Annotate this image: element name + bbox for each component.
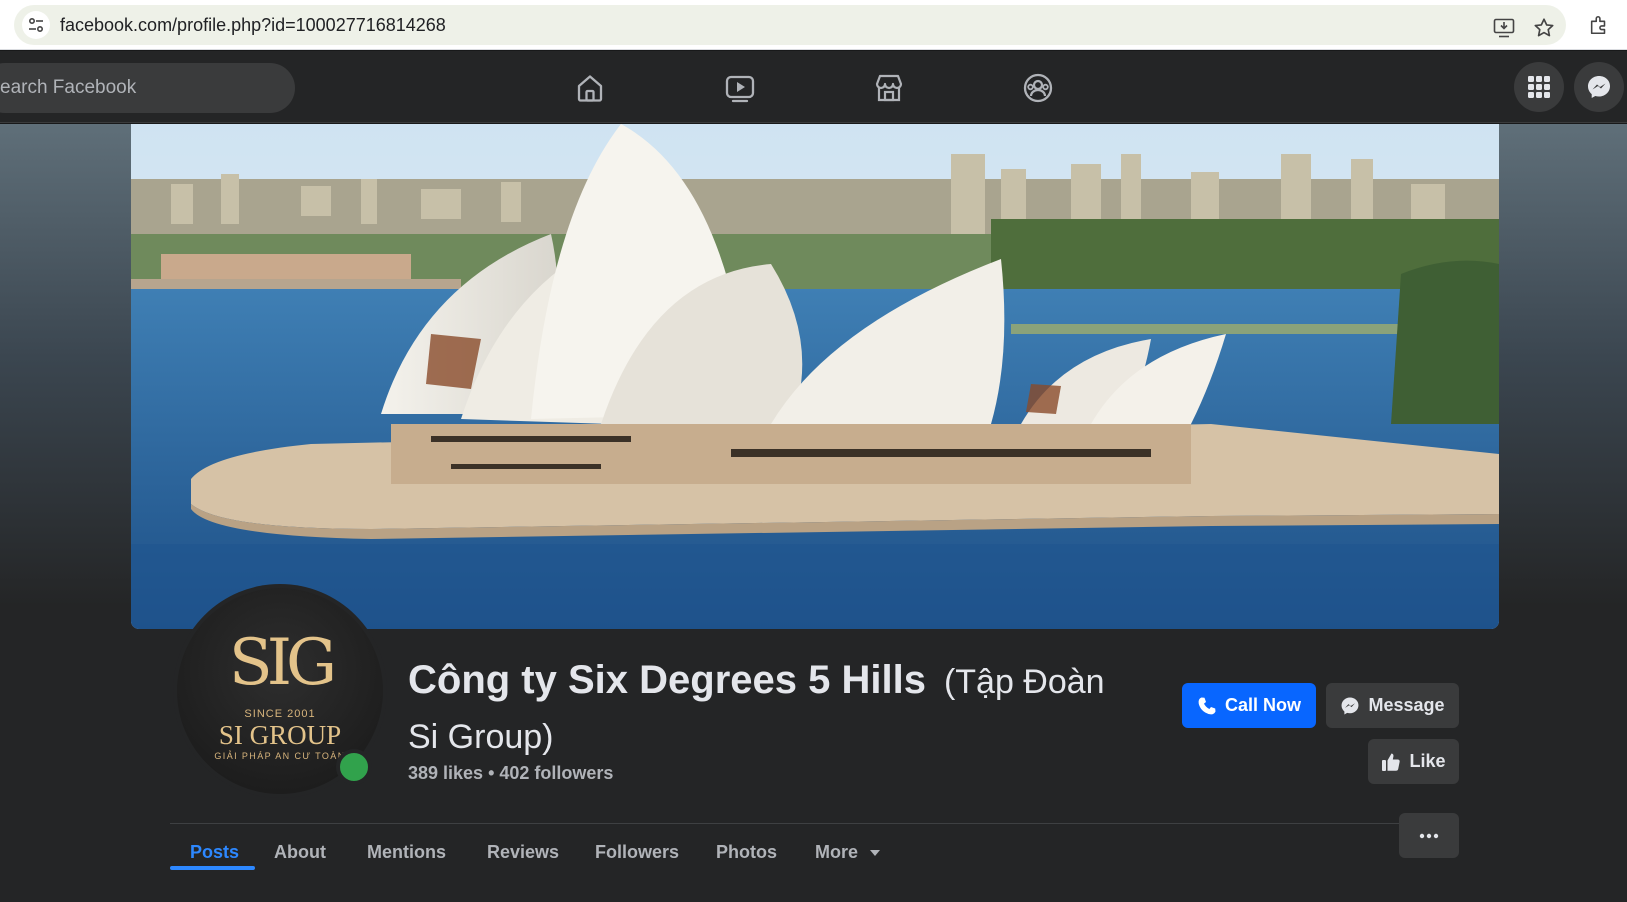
call-now-button[interactable]: Call Now xyxy=(1182,683,1316,728)
page-name: Công ty Six Degrees 5 Hills xyxy=(408,658,926,702)
message-label: Message xyxy=(1368,695,1445,715)
bookmark-star-icon[interactable] xyxy=(1531,15,1557,41)
nav-video-tab[interactable] xyxy=(715,63,765,113)
tab-followers[interactable]: Followers xyxy=(595,842,679,863)
nav-home-tab[interactable] xyxy=(565,63,615,113)
like-button[interactable]: Like xyxy=(1368,739,1459,784)
tab-about[interactable]: About xyxy=(274,842,326,863)
tab-photos[interactable]: Photos xyxy=(716,842,777,863)
more-options-button[interactable] xyxy=(1399,813,1459,858)
tab-reviews[interactable]: Reviews xyxy=(487,842,559,863)
menu-grid-icon xyxy=(1528,76,1550,98)
active-tab-indicator xyxy=(170,866,255,870)
menu-button[interactable] xyxy=(1514,62,1564,112)
message-button[interactable]: Message xyxy=(1326,683,1459,728)
marketplace-icon xyxy=(875,74,903,102)
nav-marketplace-tab[interactable] xyxy=(864,63,914,113)
call-now-label: Call Now xyxy=(1224,695,1301,715)
cover-photo[interactable] xyxy=(131,124,1499,629)
logo-name: SI GROUP xyxy=(218,720,342,750)
phone-icon xyxy=(1198,697,1216,714)
profile-page: SIG SINCE 2001 SI GROUP GIẢI PHÁP AN CƯ … xyxy=(0,124,1627,902)
tab-mentions[interactable]: Mentions xyxy=(367,842,446,863)
logo-mark: SIG xyxy=(228,626,337,700)
tab-more-label: More xyxy=(815,842,859,862)
url-text[interactable]: facebook.com/profile.php?id=100027716814… xyxy=(60,15,446,36)
nav-groups-tab[interactable] xyxy=(1013,63,1063,113)
messenger-icon xyxy=(1342,697,1359,714)
tab-more[interactable]: More xyxy=(815,842,881,863)
facebook-top-nav: earch Facebook xyxy=(0,51,1627,123)
groups-icon xyxy=(1023,73,1053,103)
messenger-button[interactable] xyxy=(1574,62,1624,112)
online-status-dot xyxy=(336,749,372,785)
tab-posts[interactable]: Posts xyxy=(190,842,239,863)
extensions-icon[interactable] xyxy=(1586,12,1612,38)
install-app-icon[interactable] xyxy=(1491,15,1517,41)
home-icon xyxy=(577,75,603,102)
ellipsis-icon xyxy=(1419,833,1439,838)
page-title: Công ty Six Degrees 5 Hills (Tập Đoàn Si … xyxy=(408,656,1108,768)
header-divider xyxy=(170,823,1459,824)
browser-toolbar: facebook.com/profile.php?id=100027716814… xyxy=(0,0,1627,50)
logo-since: SINCE 2001 xyxy=(244,708,316,720)
messenger-icon xyxy=(1588,76,1610,98)
likes-followers-stats[interactable]: 389 likes • 402 followers xyxy=(408,763,613,784)
thumbs-up-icon xyxy=(1382,753,1401,771)
address-bar[interactable]: facebook.com/profile.php?id=100027716814… xyxy=(14,5,1566,45)
site-info-icon[interactable] xyxy=(22,11,50,39)
caret-down-icon xyxy=(870,850,881,856)
video-icon xyxy=(725,75,755,103)
like-label: Like xyxy=(1409,751,1446,771)
search-placeholder: earch Facebook xyxy=(0,77,137,98)
search-input[interactable]: earch Facebook xyxy=(0,63,295,113)
